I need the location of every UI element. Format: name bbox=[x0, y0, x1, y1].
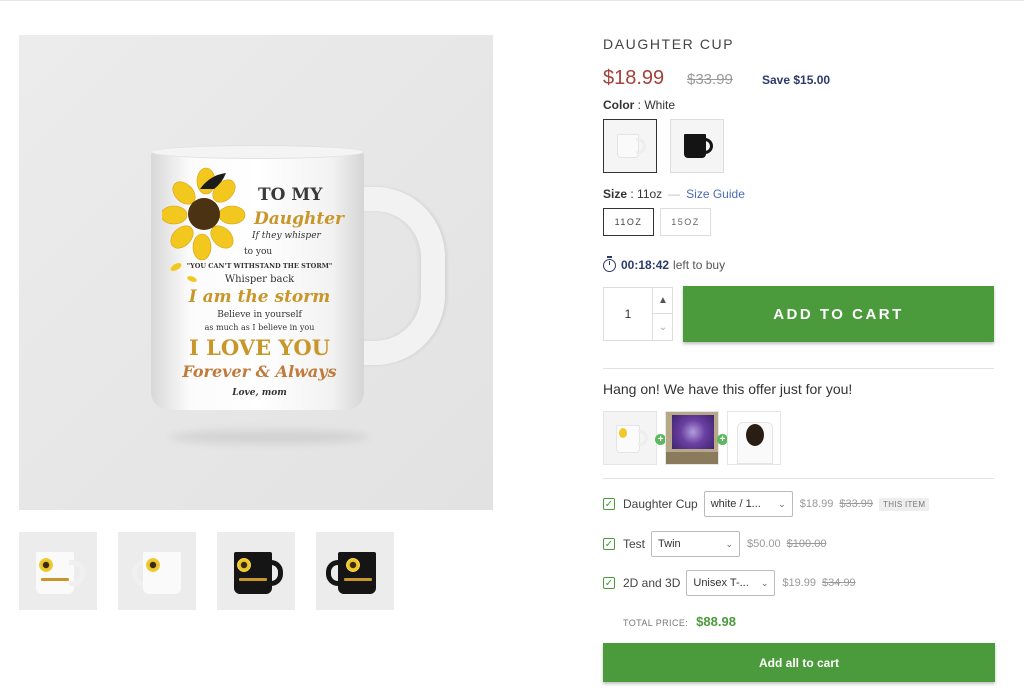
swatch-mug-handle bbox=[703, 138, 713, 154]
thumb-print bbox=[344, 578, 372, 581]
stopwatch-icon bbox=[603, 255, 616, 272]
original-price: $33.99 bbox=[687, 71, 733, 88]
mug-text-line: I LOVE YOU bbox=[188, 335, 331, 360]
bundle-image-daughter-cup[interactable] bbox=[603, 411, 657, 465]
main-product-image[interactable]: TO MY Daughter If they whisper to you "Y… bbox=[19, 35, 493, 510]
bundle-image-2d-and-3d[interactable] bbox=[727, 411, 781, 465]
countdown-timer: 00:18:42 left to buy bbox=[603, 255, 726, 272]
chevron-down-icon: ⌄ bbox=[725, 538, 734, 549]
product-title: DAUGHTER CUP bbox=[603, 36, 735, 52]
section-divider bbox=[603, 478, 994, 479]
size-label: Size bbox=[603, 187, 628, 201]
mug-text-line: Believe in yourself bbox=[217, 310, 302, 320]
thumbnail-white-mug-front[interactable] bbox=[19, 532, 97, 610]
bundle-total: TOTAL PRICE: $88.98 bbox=[623, 614, 736, 629]
mug-text-line: If they whisper bbox=[252, 231, 321, 241]
bundle-offer-title: Hang on! We have this offer just for you… bbox=[603, 381, 853, 397]
color-option-label: Color : White bbox=[603, 98, 676, 112]
add-all-to-cart-button[interactable]: Add all to cart bbox=[603, 643, 995, 682]
mug-rim bbox=[151, 145, 364, 159]
color-value: White bbox=[644, 98, 676, 112]
color-swatch-black[interactable] bbox=[670, 119, 724, 173]
mug-text-line: Forever & Always bbox=[182, 362, 337, 381]
mug-text-line: as much as I believe in you bbox=[204, 323, 315, 332]
chevron-down-icon: ⌄ bbox=[778, 498, 786, 509]
total-price-value: $88.98 bbox=[696, 614, 736, 629]
top-divider bbox=[0, 0, 1024, 1]
chevron-up-icon[interactable]: ▲ bbox=[652, 288, 673, 314]
color-label: Color bbox=[603, 98, 635, 112]
bundle-tapestry bbox=[672, 415, 714, 449]
mug-text-line: I am the storm bbox=[188, 287, 331, 307]
size-guide-link[interactable]: Size Guide bbox=[686, 187, 745, 201]
mug-text-line: "YOU CAN'T WITHSTAND THE STORM" bbox=[186, 262, 333, 270]
thumb-mug-handle bbox=[267, 560, 283, 586]
this-item-badge: THIS ITEM bbox=[879, 497, 930, 511]
bundle-row: ✓ Test Twin ⌄ $50.00 $100.00 bbox=[603, 531, 832, 557]
thumbnail-white-mug-side[interactable] bbox=[118, 532, 196, 610]
bundle-item-price: $18.99 bbox=[799, 498, 834, 510]
thumb-print bbox=[41, 578, 69, 581]
bundle-item-name: Daughter Cup bbox=[623, 497, 698, 511]
thumb-sunflower bbox=[39, 556, 53, 574]
bundle-variant-select[interactable]: white / 1... ⌄ bbox=[703, 491, 793, 517]
total-price-label: TOTAL PRICE: bbox=[623, 618, 689, 628]
thumb-sunflower bbox=[237, 556, 251, 574]
bundle-item-old-price: $34.99 bbox=[822, 577, 856, 589]
bundle-item-name: Test bbox=[623, 537, 646, 551]
size-option-label: Size : 11oz — Size Guide bbox=[603, 187, 745, 201]
bundle-item-price: $50.00 bbox=[747, 538, 781, 550]
bundle-variant-select[interactable]: Twin ⌄ bbox=[651, 531, 741, 557]
mug-text-line: to you bbox=[244, 247, 273, 257]
mug-shadow bbox=[169, 430, 369, 444]
thumb-print bbox=[239, 578, 267, 581]
thumb-sunflower bbox=[146, 556, 160, 574]
checkbox-checked[interactable]: ✓ bbox=[603, 498, 615, 510]
size-value: 11oz bbox=[637, 187, 663, 201]
save-amount: Save $15.00 bbox=[762, 73, 831, 87]
bundle-row: ✓ Daughter Cup white / 1... ⌄ $18.99 $33.… bbox=[603, 491, 930, 517]
bundle-variant-select[interactable]: Unisex T-... ⌄ bbox=[686, 570, 776, 596]
checkbox-checked[interactable]: ✓ bbox=[603, 577, 615, 589]
current-price: $18.99 bbox=[603, 67, 665, 89]
thumbnail-black-mug-front[interactable] bbox=[217, 532, 295, 610]
bundle-tshirt-print bbox=[746, 424, 764, 446]
mug-text-line: Whisper back bbox=[224, 274, 295, 285]
mug-text-line: TO MY bbox=[258, 185, 323, 205]
chevron-down-icon[interactable]: ⌄ bbox=[652, 314, 673, 340]
swatch-mug-handle bbox=[636, 138, 646, 154]
countdown-time: 00:18:42 bbox=[621, 258, 670, 272]
quantity-stepper[interactable]: 1 ▲ ⌄ bbox=[603, 287, 673, 341]
bundle-mug-handle bbox=[638, 430, 648, 446]
quantity-input[interactable]: 1 bbox=[604, 288, 652, 340]
size-separator: — bbox=[668, 187, 681, 201]
select-value: Twin bbox=[658, 538, 681, 550]
bundle-row: ✓ 2D and 3D Unisex T-... ⌄ $19.99 $34.99 bbox=[603, 570, 862, 596]
bundle-item-old-price: $100.00 bbox=[786, 538, 827, 550]
chevron-down-icon: ⌄ bbox=[760, 577, 769, 588]
bundle-item-name: 2D and 3D bbox=[623, 576, 681, 590]
mug-text-line: Daughter bbox=[254, 209, 344, 229]
thumb-mug-handle bbox=[69, 560, 85, 586]
bundle-item-old-price: $33.99 bbox=[839, 498, 874, 510]
add-to-cart-button[interactable]: ADD TO CART bbox=[683, 286, 994, 342]
countdown-text: left to buy bbox=[673, 258, 726, 272]
checkbox-checked[interactable]: ✓ bbox=[603, 538, 615, 550]
mug-text-line: Love, mom bbox=[232, 388, 287, 398]
thumb-sunflower bbox=[346, 556, 360, 574]
size-option-15oz[interactable]: 15OZ bbox=[660, 208, 711, 236]
select-value: white / 1... bbox=[710, 498, 761, 510]
section-divider bbox=[603, 368, 994, 369]
bundle-item-price: $19.99 bbox=[782, 577, 817, 589]
color-swatch-white[interactable] bbox=[603, 119, 657, 173]
select-value: Unisex T-... bbox=[693, 577, 749, 589]
thumbnail-black-mug-side[interactable] bbox=[316, 532, 394, 610]
bundle-image-test[interactable] bbox=[665, 411, 719, 465]
size-option-11oz[interactable]: 11OZ bbox=[603, 208, 654, 236]
bundle-sunflower bbox=[619, 428, 627, 438]
bundle-room-floor bbox=[666, 452, 718, 464]
